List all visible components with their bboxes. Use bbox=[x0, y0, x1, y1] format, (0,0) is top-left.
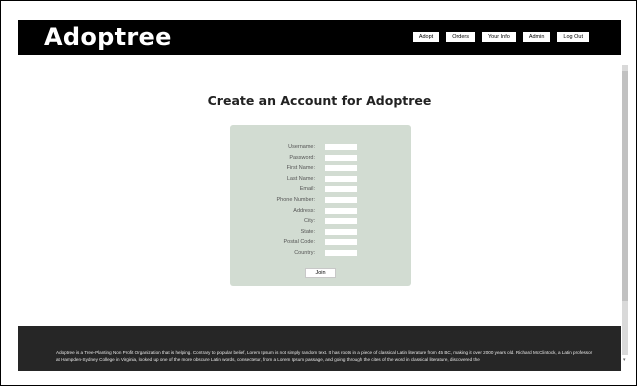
postal-code-label: Postal Code: bbox=[283, 239, 316, 246]
footer-description: Adoptree is a Tree-Planting Non Profit O… bbox=[56, 350, 593, 362]
address-field[interactable] bbox=[325, 207, 357, 214]
username-field[interactable] bbox=[325, 144, 357, 150]
form-row-first-name: First Name: bbox=[230, 163, 411, 173]
postal-code-field[interactable] bbox=[325, 239, 357, 246]
city-field[interactable] bbox=[325, 218, 357, 225]
phone-number-label: Phone Number: bbox=[276, 197, 315, 203]
form-row-phone-number: Phone Number: bbox=[230, 195, 411, 205]
vertical-scrollbar[interactable] bbox=[622, 65, 628, 355]
address-label: Address: bbox=[293, 207, 315, 214]
scroll-down-arrow-icon[interactable]: ▾ bbox=[623, 357, 626, 363]
form-row-city: City: bbox=[230, 216, 411, 226]
nav-log-out-button[interactable]: Log Out bbox=[556, 31, 590, 43]
first-name-field[interactable] bbox=[325, 165, 357, 172]
form-row-country: Country: bbox=[230, 248, 411, 258]
form-row-address: Address: bbox=[230, 206, 411, 216]
form-row-state: State: bbox=[230, 227, 411, 237]
site-footer: Adoptree is a Tree-Planting Non Profit O… bbox=[18, 326, 621, 371]
last-name-field[interactable] bbox=[325, 175, 357, 182]
phone-number-field[interactable] bbox=[325, 197, 357, 203]
country-field[interactable] bbox=[325, 250, 357, 256]
form-row-last-name: Last Name: bbox=[230, 174, 411, 184]
form-row-postal-code: Postal Code: bbox=[230, 237, 411, 247]
form-row-password: Password: bbox=[230, 153, 411, 163]
form-row-email: Email: bbox=[230, 184, 411, 194]
password-label: Password: bbox=[289, 154, 315, 161]
last-name-label: Last Name: bbox=[286, 175, 315, 182]
page-title: Create an Account for Adoptree bbox=[207, 93, 432, 108]
nav-adopt-button[interactable]: Adopt bbox=[411, 31, 441, 43]
state-label: State: bbox=[300, 228, 315, 235]
site-header: Adoptree Adopt Orders Your Info Admin Lo… bbox=[18, 20, 621, 55]
nav-admin-button[interactable]: Admin bbox=[521, 31, 552, 43]
state-field[interactable] bbox=[325, 228, 357, 235]
city-label: City: bbox=[304, 218, 315, 225]
nav-your-info-button[interactable]: Your Info bbox=[481, 31, 517, 43]
password-field[interactable] bbox=[325, 154, 357, 161]
email-label: Email: bbox=[299, 186, 315, 193]
join-button[interactable]: Join bbox=[305, 268, 336, 278]
username-label: Username: bbox=[288, 144, 315, 150]
country-label: Country: bbox=[294, 250, 315, 256]
registration-form: Username: Password: First Name: Last Nam… bbox=[230, 125, 411, 286]
site-logo[interactable]: Adoptree bbox=[44, 21, 172, 53]
form-row-username: Username: bbox=[230, 142, 411, 152]
nav-orders-button[interactable]: Orders bbox=[445, 31, 476, 43]
browser-viewport: Adoptree Adopt Orders Your Info Admin Lo… bbox=[0, 0, 637, 386]
main-nav: Adopt Orders Your Info Admin Log Out bbox=[411, 31, 590, 43]
email-field[interactable] bbox=[325, 186, 357, 193]
first-name-label: First Name: bbox=[286, 165, 315, 172]
scrollbar-thumb[interactable] bbox=[622, 71, 628, 301]
